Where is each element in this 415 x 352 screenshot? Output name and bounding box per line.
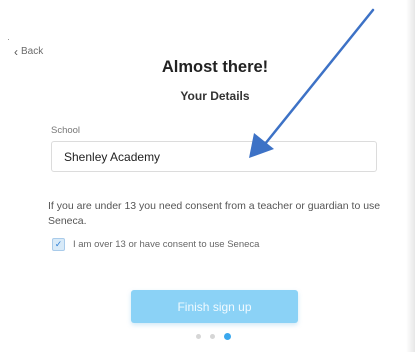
signup-page: ‹ Back Almost there! Your Details School… [0,0,415,352]
consent-checkbox-label: I am over 13 or have consent to use Sene… [73,239,260,250]
back-link[interactable]: ‹ Back [14,44,44,59]
decorative-dot [8,39,9,40]
arrow-shaft [263,8,375,146]
school-field-label: School [51,125,81,136]
school-input[interactable] [51,141,377,172]
step-dot [196,334,201,339]
check-icon: ✓ [54,239,63,249]
page-edge-shadow [406,0,415,352]
page-title: Almost there! [161,58,269,76]
finish-signup-button[interactable]: Finish sign up [131,290,298,323]
consent-checkbox[interactable]: ✓ [52,238,65,251]
consent-notice: If you are under 13 you need consent fro… [48,200,381,227]
step-dot-active [224,333,231,340]
step-dot [210,334,215,339]
step-indicator [196,333,231,340]
consent-checkbox-row[interactable]: ✓ I am over 13 or have consent to use Se… [52,238,259,251]
section-subtitle: Your Details [180,89,250,103]
chevron-left-icon: ‹ [14,44,18,59]
back-label: Back [21,46,44,57]
